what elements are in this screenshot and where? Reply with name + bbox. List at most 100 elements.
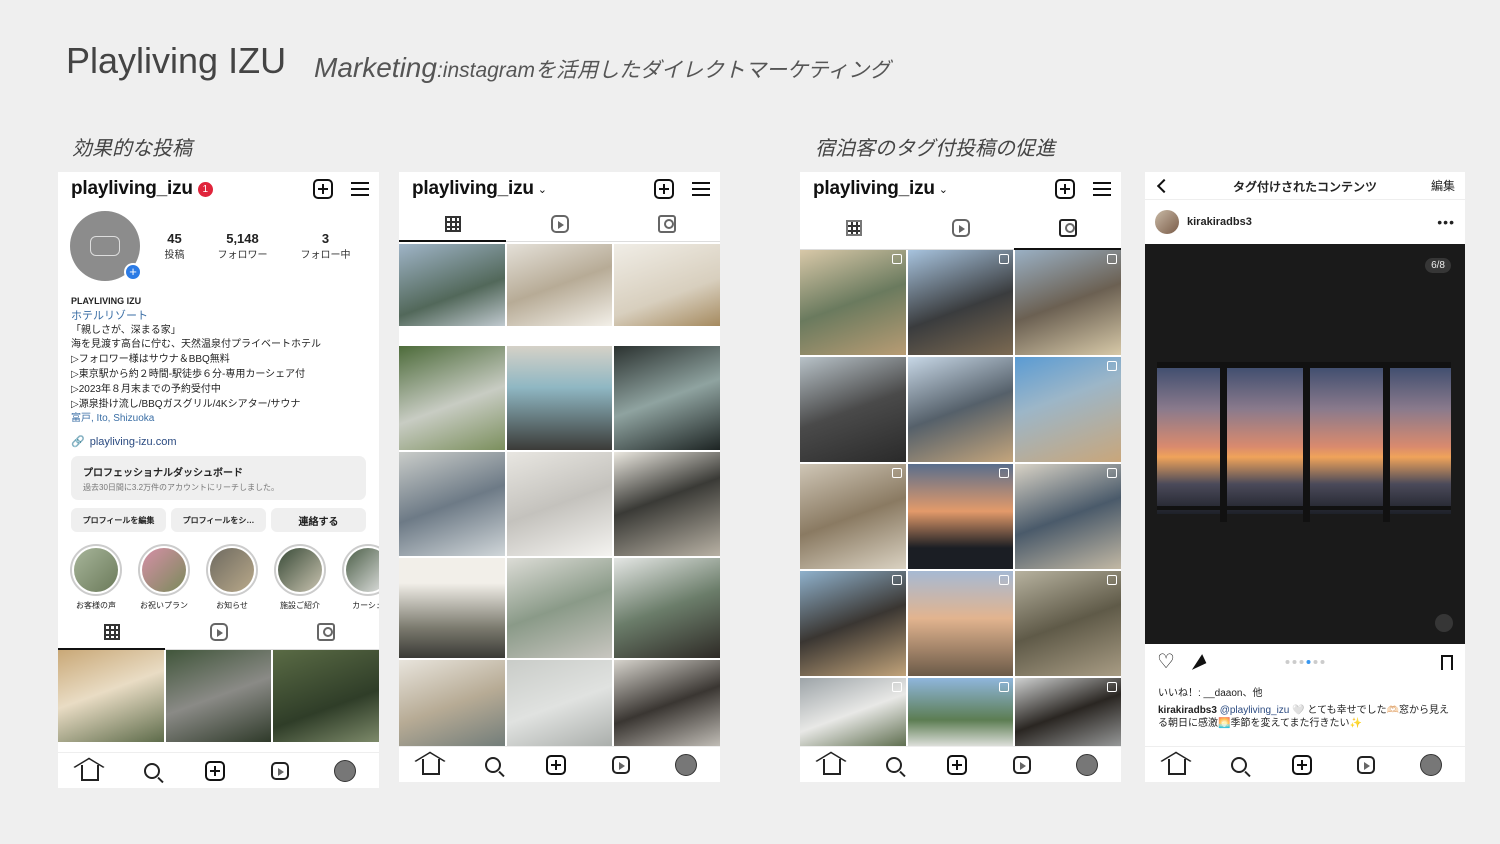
highlight-item[interactable]: カーシェ xyxy=(342,544,379,614)
post-thumbnail[interactable] xyxy=(506,660,613,750)
post-thumbnail[interactable] xyxy=(614,660,720,750)
reels-icon[interactable] xyxy=(1357,755,1376,774)
post-thumbnail[interactable] xyxy=(907,250,1014,355)
post-thumbnail[interactable] xyxy=(614,558,720,658)
bio-location[interactable]: 富戸, Ito, Shizuoka xyxy=(71,412,366,427)
reels-icon[interactable] xyxy=(1012,755,1031,774)
likes-text[interactable]: いいね！: __daaon、他 xyxy=(1145,680,1465,699)
home-icon[interactable] xyxy=(421,759,440,775)
post-thumbnail[interactable] xyxy=(907,357,1014,462)
search-icon[interactable] xyxy=(144,762,161,779)
avatar[interactable] xyxy=(1155,210,1179,234)
tab-grid[interactable] xyxy=(800,206,907,249)
stat-following[interactable]: 3 フォロー中 xyxy=(301,231,351,261)
tab-grid[interactable] xyxy=(399,206,506,242)
search-icon[interactable] xyxy=(485,756,502,773)
tab-tagged[interactable] xyxy=(1014,206,1121,250)
tab-tagged[interactable] xyxy=(272,614,379,649)
website-link[interactable]: 🔗 playliving-izu.com xyxy=(58,427,379,449)
profile-avatar[interactable]: + xyxy=(70,211,142,281)
post-thumbnail[interactable] xyxy=(800,250,906,355)
avatar-icon[interactable] xyxy=(334,759,357,782)
tab-reels[interactable] xyxy=(165,614,272,649)
stat-followers[interactable]: 5,148 フォロワー xyxy=(218,231,268,261)
tagged-handle[interactable]: playliving_izu xyxy=(813,178,935,200)
more-options-icon[interactable]: ••• xyxy=(1437,214,1455,230)
post-thumbnail[interactable] xyxy=(506,244,613,326)
chevron-down-icon[interactable]: ⌄ xyxy=(538,183,547,196)
plus-square-icon[interactable] xyxy=(654,179,674,199)
post-photo[interactable]: 6/8 xyxy=(1145,244,1465,644)
tab-tagged[interactable] xyxy=(613,206,720,241)
website-text[interactable]: playliving-izu.com xyxy=(90,436,177,448)
post-thumbnail[interactable] xyxy=(506,346,613,450)
stat-posts[interactable]: 45 投稿 xyxy=(165,231,185,261)
mute-icon[interactable] xyxy=(1435,614,1453,632)
avatar-icon[interactable] xyxy=(1076,753,1099,776)
post-thumbnail[interactable] xyxy=(399,346,505,450)
avatar-icon[interactable] xyxy=(675,753,698,776)
post-thumbnail[interactable] xyxy=(399,244,505,326)
avatar-icon[interactable] xyxy=(1420,753,1443,776)
post-thumbnail[interactable] xyxy=(399,452,505,556)
post-thumbnail[interactable] xyxy=(614,346,720,450)
post-username[interactable]: kirakiradbs3 xyxy=(1187,216,1252,228)
caption-username[interactable]: kirakiradbs3 xyxy=(1158,705,1217,716)
create-icon[interactable] xyxy=(546,754,567,775)
bookmark-icon[interactable] xyxy=(1441,654,1453,670)
add-story-icon[interactable]: + xyxy=(124,263,142,281)
reels-icon[interactable] xyxy=(270,761,289,780)
post-thumbnail[interactable] xyxy=(1015,678,1121,748)
edit-profile-button[interactable]: プロフィールを編集 xyxy=(71,508,166,533)
caption-mention[interactable]: @playliving_izu xyxy=(1220,705,1290,716)
menu-icon[interactable] xyxy=(351,182,369,196)
heart-icon[interactable] xyxy=(1157,649,1175,674)
search-icon[interactable] xyxy=(1230,756,1247,773)
post-thumbnail[interactable] xyxy=(1015,357,1121,462)
professional-dashboard[interactable]: プロフェッショナルダッシュボード 過去30日間に3.2万件のアカウントにリーチし… xyxy=(71,456,366,501)
tab-reels[interactable] xyxy=(907,206,1014,249)
menu-icon[interactable] xyxy=(692,182,710,196)
menu-icon[interactable] xyxy=(1093,182,1111,196)
post-thumbnail[interactable] xyxy=(800,571,906,676)
home-icon[interactable] xyxy=(80,765,99,781)
post-thumbnail[interactable] xyxy=(614,244,720,326)
post-thumbnail[interactable] xyxy=(1015,250,1121,355)
post-thumbnail[interactable] xyxy=(399,558,505,658)
highlight-item[interactable]: 施設ご紹介 xyxy=(274,544,326,614)
tab-grid[interactable] xyxy=(58,614,165,651)
grid-handle[interactable]: playliving_izu xyxy=(412,178,534,200)
post-thumbnail[interactable] xyxy=(165,650,272,743)
chevron-down-icon[interactable]: ⌄ xyxy=(939,183,948,196)
share-profile-button[interactable]: プロフィールをシ… xyxy=(171,508,266,533)
post-thumbnail[interactable] xyxy=(800,357,906,462)
post-thumbnail[interactable] xyxy=(614,452,720,556)
plus-square-icon[interactable] xyxy=(1055,179,1075,199)
post-thumbnail[interactable] xyxy=(1015,464,1121,569)
post-thumbnail[interactable] xyxy=(1015,571,1121,676)
post-thumbnail[interactable] xyxy=(273,650,379,743)
create-icon[interactable] xyxy=(947,754,968,775)
create-icon[interactable] xyxy=(1291,754,1312,775)
post-thumbnail[interactable] xyxy=(907,571,1014,676)
search-icon[interactable] xyxy=(886,756,903,773)
post-thumbnail[interactable] xyxy=(800,678,906,748)
reels-icon[interactable] xyxy=(611,755,630,774)
plus-square-icon[interactable] xyxy=(313,179,333,199)
post-thumbnail[interactable] xyxy=(907,464,1014,569)
post-thumbnail[interactable] xyxy=(506,452,613,556)
highlight-item[interactable]: お客様の声 xyxy=(70,544,122,614)
send-icon[interactable] xyxy=(1187,654,1207,670)
contact-button[interactable]: 連絡する xyxy=(271,508,366,533)
profile-handle[interactable]: playliving_izu xyxy=(71,178,193,200)
post-thumbnail[interactable] xyxy=(506,558,613,658)
create-icon[interactable] xyxy=(205,760,226,781)
home-icon[interactable] xyxy=(1167,759,1186,775)
home-icon[interactable] xyxy=(822,759,841,775)
post-thumbnail[interactable] xyxy=(399,660,505,750)
post-thumbnail[interactable] xyxy=(58,650,164,743)
highlight-item[interactable]: お知らせ xyxy=(206,544,258,614)
post-thumbnail[interactable] xyxy=(907,678,1014,748)
tab-reels[interactable] xyxy=(506,206,613,241)
highlight-item[interactable]: お祝いプラン xyxy=(138,544,190,614)
